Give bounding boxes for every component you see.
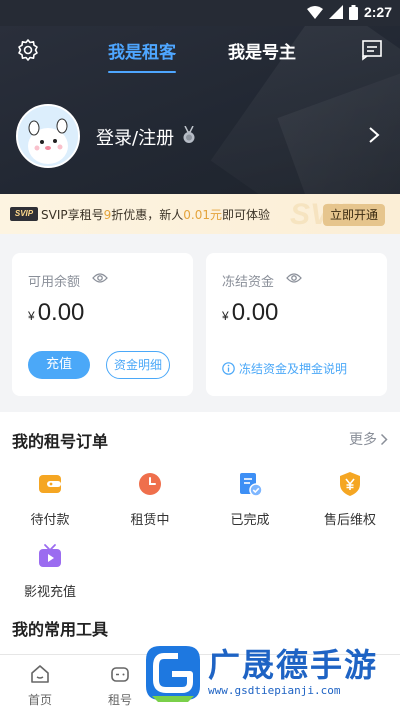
svip-promo-text: SVIP享租号9折优惠，新人0.01元即可体验: [41, 206, 270, 223]
fund-details-button[interactable]: 资金明细: [106, 351, 170, 379]
gamepad-icon: [111, 667, 129, 682]
tab-renter[interactable]: 我是租客: [108, 38, 176, 73]
home-icon: [31, 665, 49, 683]
rental-orders-section: 我的租号订单 更多 待付款 租赁中 已完成 售后维权 影视充值: [0, 412, 400, 600]
completed-doc-icon: [240, 473, 263, 497]
clock-icon: [139, 473, 161, 495]
order-label: 影视充值: [23, 585, 76, 600]
medal-icon: [183, 126, 195, 143]
svip-text-part: 即可体验: [222, 208, 271, 222]
available-balance-label: 可用余额: [28, 275, 81, 290]
wifi-icon: [306, 5, 323, 19]
more-label[interactable]: 更多: [349, 429, 377, 449]
frozen-deposit-info-link[interactable]: 冻结资金及押金说明: [222, 360, 347, 377]
frozen-funds-label: 冻结资金: [222, 275, 275, 290]
svip-text-part: 折优惠，新人: [111, 208, 184, 222]
tab-owner[interactable]: 我是号主: [228, 38, 296, 63]
site-watermark: 广晟德手游 www.gsdtiepianji.com: [140, 636, 400, 710]
login-register-label[interactable]: 登录/注册: [96, 124, 174, 150]
order-label: 待付款: [30, 513, 70, 528]
bear-avatar-icon: [18, 106, 78, 166]
amount-value: 0.00: [231, 299, 279, 326]
svip-text-part: SVIP享租号: [41, 208, 104, 222]
message-icon[interactable]: [360, 38, 384, 62]
info-icon: [222, 362, 235, 375]
frozen-info-label[interactable]: 冻结资金及押金说明: [239, 360, 347, 377]
order-label: 已完成: [230, 513, 270, 528]
clock-time: 2:27: [363, 4, 392, 20]
recharge-button[interactable]: 充值: [28, 351, 90, 379]
eye-icon[interactable]: [92, 272, 108, 284]
more-orders-link[interactable]: 更多: [349, 429, 388, 449]
chevron-right-icon: [380, 433, 388, 445]
status-bar: 2:27: [0, 0, 400, 26]
wallet-icon: [39, 475, 61, 493]
signal-icon: [328, 5, 343, 19]
frozen-funds-card: 冻结资金 ¥0.00 冻结资金及押金说明: [206, 253, 387, 396]
order-label: 售后维权: [323, 513, 376, 528]
login-register-row[interactable]: 登录/注册: [16, 104, 384, 168]
open-svip-button[interactable]: 立即开通: [323, 204, 385, 226]
eye-icon[interactable]: [286, 272, 302, 284]
available-balance-amount: ¥0.00: [28, 299, 84, 327]
available-balance-card: 可用余额 ¥0.00 充值 资金明细: [12, 253, 193, 396]
order-completed[interactable]: 已完成: [210, 470, 290, 528]
nav-label: 首页: [27, 693, 52, 707]
svip-promo-banner[interactable]: SVIP SVIP享租号9折优惠，新人0.01元即可体验 SVIP 立即开通: [0, 194, 400, 234]
tools-title: 我的常用工具: [12, 620, 109, 639]
watermark-title: 广晟德手游: [208, 646, 379, 684]
currency-symbol: ¥: [222, 309, 229, 323]
frozen-funds-amount: ¥0.00: [222, 299, 278, 327]
settings-gear-icon[interactable]: [16, 38, 40, 62]
order-pending-payment[interactable]: 待付款: [10, 470, 90, 528]
amount-value: 0.00: [37, 299, 85, 326]
nav-home[interactable]: 首页: [10, 663, 70, 708]
video-recharge[interactable]: 影视充值: [10, 542, 90, 600]
tv-play-icon: [39, 544, 61, 567]
order-after-sales[interactable]: 售后维权: [310, 470, 390, 528]
battery-icon: [348, 4, 358, 20]
currency-symbol: ¥: [28, 309, 35, 323]
avatar[interactable]: [16, 104, 80, 168]
profile-header: 我是租客 我是号主 登录/注册: [0, 26, 400, 194]
svip-price: 0.01元: [183, 208, 222, 222]
order-label: 租赁中: [130, 513, 170, 528]
svip-badge: SVIP: [10, 207, 38, 221]
chevron-right-icon[interactable]: [368, 126, 380, 144]
shield-yen-icon: [340, 472, 360, 496]
watermark-logo-icon: [146, 646, 200, 702]
order-renting[interactable]: 租赁中: [110, 470, 190, 528]
watermark-url: www.gsdtiepianji.com: [208, 684, 341, 697]
orders-title: 我的租号订单: [12, 432, 109, 451]
